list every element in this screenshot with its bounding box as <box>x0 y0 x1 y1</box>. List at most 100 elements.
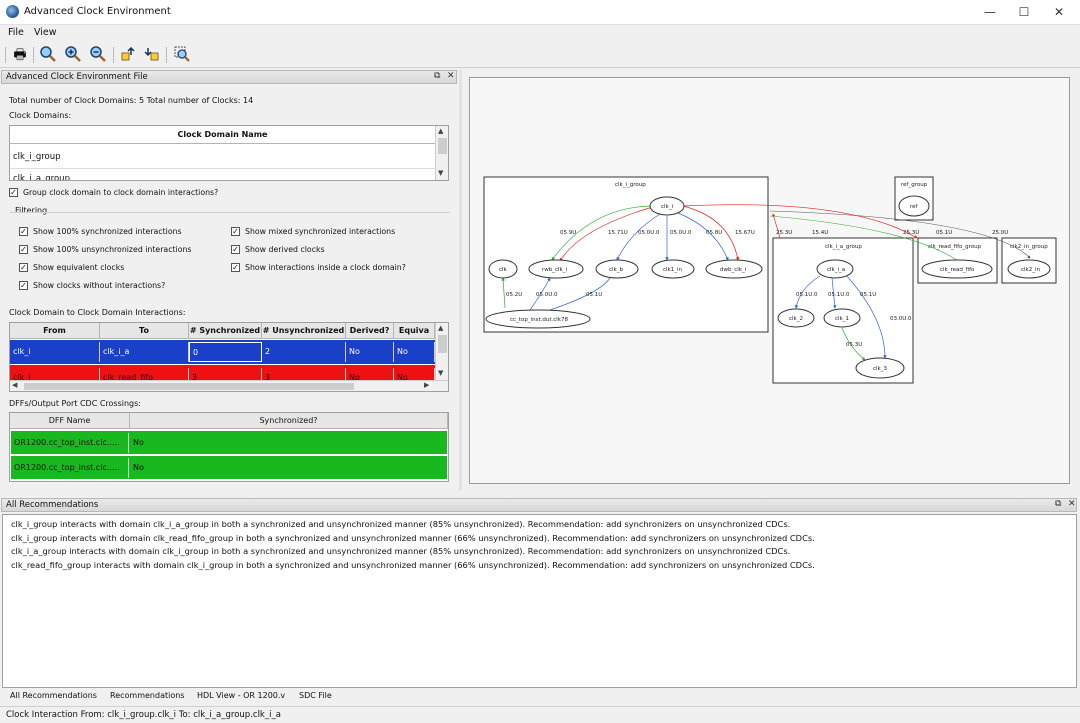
filter-label: Show 100% synchronized interactions <box>33 227 182 236</box>
scroll-thumb[interactable] <box>438 138 447 154</box>
clock-graph: clk_i_group clk_i_a_group clk_read_fifo_… <box>483 176 1057 384</box>
filter-checkbox[interactable]: ✓ <box>19 281 28 290</box>
filter-checkbox[interactable]: ✓ <box>19 245 28 254</box>
cell-dff-name: OR1200.cc_top_inst.cic..... <box>11 458 129 478</box>
minimize-button[interactable]: — <box>975 2 1005 22</box>
clock-domain-row[interactable]: clk_i_group <box>13 152 61 162</box>
menu-bar: File View <box>0 26 1080 42</box>
hierarchy-down-icon[interactable] <box>142 45 162 65</box>
filter-checkbox[interactable]: ✓ <box>231 245 240 254</box>
row-divider <box>10 168 435 169</box>
print-icon[interactable]: 🖶 <box>10 45 30 65</box>
zoom-out-icon[interactable] <box>88 45 108 65</box>
cell-unsynchronized: 2 <box>262 342 346 362</box>
filtering-label: Filtering <box>15 206 48 215</box>
recommendation-item[interactable]: clk_i_group interacts with domain clk_i_… <box>11 519 790 529</box>
table-row[interactable]: OR1200.cc_top_inst.cic..... No <box>11 456 447 479</box>
col-header-synchronized[interactable]: # Synchronized <box>189 323 262 339</box>
table-row[interactable]: OR1200.cc_top_inst.cic..... No <box>11 431 447 454</box>
vertical-scrollbar[interactable]: ▲ ▼ <box>435 323 448 380</box>
zoom-select-icon[interactable] <box>172 45 192 65</box>
tab-all-recommendations[interactable]: All Recommendations <box>10 691 97 700</box>
tab-sdc-file[interactable]: SDC File <box>299 691 332 700</box>
cell-synchronized[interactable]: 0 <box>189 342 262 362</box>
recommendation-item[interactable]: clk_i_a_group interacts with domain clk_… <box>11 546 790 556</box>
filter-checkbox[interactable]: ✓ <box>19 263 28 272</box>
filter-checkbox[interactable]: ✓ <box>231 263 240 272</box>
recommendations-title: All Recommendations <box>6 500 99 510</box>
edge-label: 05.1U <box>860 292 876 298</box>
clock-summary: Total number of Clock Domains: 5 Total n… <box>9 96 254 105</box>
scroll-down-icon[interactable]: ▼ <box>438 369 443 377</box>
scroll-up-icon[interactable]: ▲ <box>438 324 443 332</box>
status-bar: Clock Interaction From: clk_i_group.clk_… <box>0 706 1080 723</box>
col-header-from[interactable]: From <box>10 323 100 339</box>
edge-label: 25.3U <box>776 230 792 236</box>
toolbar: 🖶 <box>0 42 1080 68</box>
toolbar-separator <box>33 47 34 63</box>
maximize-button[interactable]: ☐ <box>1009 2 1039 22</box>
menu-file[interactable]: File <box>8 27 24 38</box>
col-header-derived[interactable]: Derived? <box>346 323 394 339</box>
scroll-up-icon[interactable]: ▲ <box>438 127 443 135</box>
tab-hdl-view[interactable]: HDL View - OR 1200.v <box>197 691 285 700</box>
cluster-label: clk2_in_group <box>1010 244 1048 250</box>
node-label: dwb_clk_i <box>720 267 747 273</box>
left-panel-title: Advanced Clock Environment File <box>6 72 148 82</box>
interactions-label: Clock Domain to Clock Domain Interaction… <box>9 308 186 317</box>
toolbar-separator <box>113 47 114 63</box>
clock-domain-row[interactable]: clk_i_a_group <box>13 174 70 180</box>
dff-table: DFF Name Synchronized? OR1200.cc_top_ins… <box>9 412 449 482</box>
clock-graph-view[interactable]: clk_i_group clk_i_a_group clk_read_fifo_… <box>469 77 1070 484</box>
filter-checkbox[interactable]: ✓ <box>231 227 240 236</box>
edge-label: 05.0U.0 <box>670 230 692 236</box>
scroll-right-icon[interactable]: ▶ <box>424 381 429 389</box>
scroll-thumb[interactable] <box>24 383 354 390</box>
recommendation-item[interactable]: clk_read_fifo_group interacts with domai… <box>11 560 815 570</box>
cell-equivalent: No <box>394 342 435 362</box>
close-panel-icon[interactable]: ✕ <box>1068 499 1076 509</box>
filter-label: Show equivalent clocks <box>33 263 125 272</box>
col-header-to[interactable]: To <box>100 323 189 339</box>
edge-label: 05.0U.0 <box>638 230 660 236</box>
zoom-fit-icon[interactable] <box>38 45 58 65</box>
horizontal-scrollbar[interactable]: ◀ ▶ <box>10 380 448 391</box>
clock-domain-name-header[interactable]: Clock Domain Name <box>10 126 435 144</box>
table-row[interactable]: clk_i clk_read_fifo 3 3 No No <box>10 365 435 381</box>
toolbar-separator <box>5 47 6 63</box>
restore-panel-icon[interactable]: ⧉ <box>434 71 440 81</box>
vertical-scrollbar[interactable]: ▲ ▼ <box>435 126 448 180</box>
edge-label: 05.9U <box>560 230 576 236</box>
left-panel-header: Advanced Clock Environment File ⧉ ✕ <box>1 70 457 84</box>
col-header-dff-synchronized[interactable]: Synchronized? <box>130 413 448 429</box>
cell-from: clk_i <box>10 342 100 362</box>
node-label: clk_1 <box>835 316 849 322</box>
col-header-unsynchronized[interactable]: # Unsynchronized <box>262 323 346 339</box>
tab-recommendations[interactable]: Recommendations <box>110 691 184 700</box>
scroll-left-icon[interactable]: ◀ <box>12 381 17 389</box>
menu-view[interactable]: View <box>34 27 57 38</box>
edge-label: 05.3U <box>846 342 862 348</box>
col-header-equivalent[interactable]: Equiva <box>394 323 435 339</box>
scroll-down-icon[interactable]: ▼ <box>438 169 443 177</box>
recommendation-item[interactable]: clk_i_group interacts with domain clk_re… <box>11 533 815 543</box>
hierarchy-up-icon[interactable] <box>118 45 138 65</box>
restore-panel-icon[interactable]: ⧉ <box>1055 499 1061 509</box>
table-row[interactable]: clk_i clk_i_a 0 2 No No <box>10 340 435 364</box>
filter-checkbox[interactable]: ✓ <box>19 227 28 236</box>
group-interactions-checkbox[interactable]: ✓ <box>9 188 18 197</box>
recommendations-header: All Recommendations ⧉ ✕ <box>1 498 1077 512</box>
close-button[interactable]: ✕ <box>1044 2 1074 22</box>
title-bar: Advanced Clock Environment — ☐ ✕ <box>0 0 1080 25</box>
cell-dff-synchronized: No <box>133 438 144 447</box>
interactions-table: From To # Synchronized # Unsynchronized … <box>9 322 449 392</box>
node-label: clk_b <box>609 267 623 273</box>
close-panel-icon[interactable]: ✕ <box>447 71 455 81</box>
vertical-splitter[interactable] <box>459 70 462 490</box>
col-header-dff-name[interactable]: DFF Name <box>10 413 130 429</box>
zoom-in-icon[interactable] <box>63 45 83 65</box>
edge-label: 15.71U <box>608 230 628 236</box>
status-text: Clock Interaction From: clk_i_group.clk_… <box>6 710 281 720</box>
scroll-thumb[interactable] <box>438 335 447 353</box>
edge-label: 05.8U <box>706 230 722 236</box>
